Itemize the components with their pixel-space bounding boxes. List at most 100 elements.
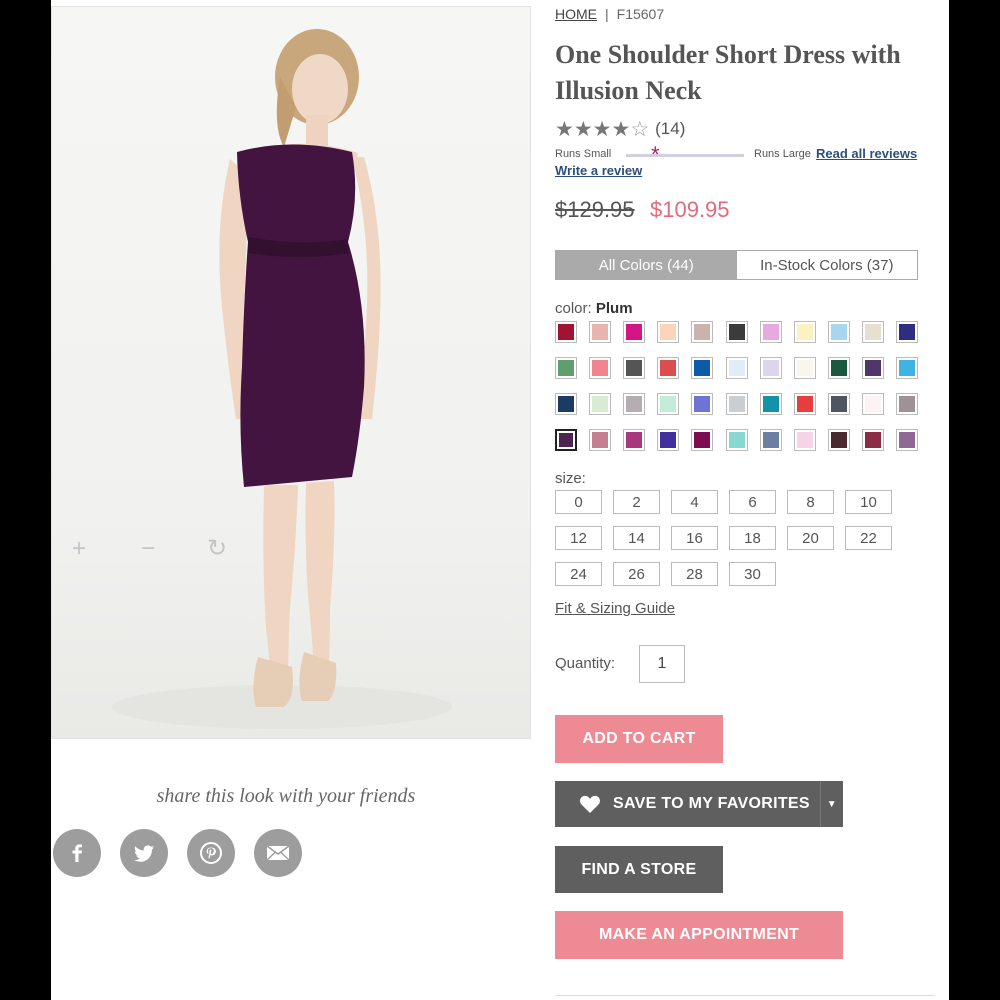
- save-to-favorites-button[interactable]: SAVE TO MY FAVORITES ▼: [555, 781, 843, 827]
- make-appointment-label: MAKE AN APPOINTMENT: [598, 926, 800, 943]
- size-option[interactable]: 12: [555, 526, 602, 550]
- color-label: color: Plum: [555, 300, 633, 317]
- favorites-dropdown-divider: [820, 781, 821, 827]
- find-a-store-button[interactable]: FIND A STORE: [555, 846, 723, 893]
- divider: [555, 995, 935, 996]
- size-option[interactable]: 14: [613, 526, 660, 550]
- color-swatch[interactable]: [623, 357, 645, 379]
- color-swatch[interactable]: [555, 429, 577, 451]
- color-swatch[interactable]: [726, 357, 748, 379]
- color-swatch[interactable]: [589, 429, 611, 451]
- fit-sizing-guide-link[interactable]: Fit & Sizing Guide: [555, 600, 675, 617]
- breadcrumb-separator: |: [605, 6, 609, 22]
- color-swatch[interactable]: [589, 321, 611, 343]
- color-swatch[interactable]: [794, 429, 816, 451]
- chevron-down-icon[interactable]: ▼: [827, 799, 837, 810]
- color-swatch[interactable]: [589, 357, 611, 379]
- color-swatch[interactable]: [862, 321, 884, 343]
- write-review-link[interactable]: Write a review: [555, 163, 642, 178]
- color-swatch[interactable]: [555, 393, 577, 415]
- color-swatch[interactable]: [794, 321, 816, 343]
- color-swatch[interactable]: [726, 321, 748, 343]
- color-swatch[interactable]: [657, 357, 679, 379]
- color-swatch[interactable]: [862, 429, 884, 451]
- color-swatch[interactable]: [794, 357, 816, 379]
- color-swatch[interactable]: [896, 393, 918, 415]
- tab-all-colors[interactable]: All Colors (44): [556, 251, 737, 279]
- find-a-store-label: FIND A STORE: [581, 860, 697, 878]
- size-option[interactable]: 0: [555, 490, 602, 514]
- zoom-in-icon[interactable]: +: [64, 537, 94, 561]
- color-swatch[interactable]: [589, 393, 611, 415]
- fit-runs-large-label: Runs Large: [754, 148, 811, 160]
- color-swatch[interactable]: [657, 321, 679, 343]
- color-swatch[interactable]: [828, 357, 850, 379]
- color-swatch[interactable]: [760, 321, 782, 343]
- heart-icon: [580, 795, 600, 813]
- make-appointment-button[interactable]: MAKE AN APPOINTMENT: [555, 911, 843, 959]
- product-image[interactable]: + − ↻: [51, 6, 531, 739]
- pinterest-icon[interactable]: [187, 829, 235, 877]
- color-swatch[interactable]: [760, 393, 782, 415]
- size-option[interactable]: 10: [845, 490, 892, 514]
- size-option[interactable]: 4: [671, 490, 718, 514]
- size-option[interactable]: 16: [671, 526, 718, 550]
- color-swatch[interactable]: [760, 429, 782, 451]
- size-option[interactable]: 6: [729, 490, 776, 514]
- sale-price: $109.95: [650, 197, 730, 222]
- color-swatch[interactable]: [896, 321, 918, 343]
- color-swatch[interactable]: [760, 357, 782, 379]
- color-swatch[interactable]: [623, 393, 645, 415]
- share-title: share this look with your friends: [156, 785, 416, 807]
- size-option[interactable]: 24: [555, 562, 602, 586]
- zoom-out-icon[interactable]: −: [133, 537, 163, 561]
- color-swatch[interactable]: [623, 321, 645, 343]
- product-title: One Shoulder Short Dress with Illusion N…: [555, 40, 901, 105]
- color-swatch[interactable]: [828, 429, 850, 451]
- read-all-reviews-link[interactable]: Read all reviews: [816, 146, 917, 161]
- size-option[interactable]: 30: [729, 562, 776, 586]
- color-swatch[interactable]: [691, 357, 713, 379]
- twitter-icon[interactable]: [120, 829, 168, 877]
- size-option[interactable]: 2: [613, 490, 660, 514]
- color-swatch[interactable]: [555, 321, 577, 343]
- email-icon[interactable]: [254, 829, 302, 877]
- breadcrumb-home-link[interactable]: HOME: [555, 6, 597, 22]
- tab-in-stock-colors[interactable]: In-Stock Colors (37): [737, 251, 918, 279]
- color-swatch[interactable]: [862, 357, 884, 379]
- size-option[interactable]: 8: [787, 490, 834, 514]
- color-swatch[interactable]: [896, 357, 918, 379]
- color-swatch[interactable]: [691, 429, 713, 451]
- size-option[interactable]: 26: [613, 562, 660, 586]
- color-label-prefix: color:: [555, 300, 592, 317]
- color-swatch[interactable]: [555, 357, 577, 379]
- review-count: (14): [655, 119, 686, 138]
- color-swatch[interactable]: [794, 393, 816, 415]
- color-swatch[interactable]: [691, 321, 713, 343]
- size-option[interactable]: 18: [729, 526, 776, 550]
- rating-stars[interactable]: ★★★★☆ (14): [555, 117, 685, 142]
- color-swatch[interactable]: [657, 429, 679, 451]
- selected-color-name: Plum: [595, 300, 633, 317]
- color-swatch[interactable]: [691, 393, 713, 415]
- filled-stars-icon: ★★★★: [555, 118, 631, 141]
- color-swatch[interactable]: [828, 393, 850, 415]
- size-option[interactable]: 20: [787, 526, 834, 550]
- size-option[interactable]: 28: [671, 562, 718, 586]
- save-to-favorites-label: SAVE TO MY FAVORITES: [613, 795, 810, 812]
- color-swatch[interactable]: [623, 429, 645, 451]
- original-price: $129.95: [555, 197, 635, 222]
- color-swatch[interactable]: [726, 429, 748, 451]
- facebook-icon[interactable]: [53, 829, 101, 877]
- color-filter-tabs: All Colors (44) In-Stock Colors (37): [555, 250, 918, 280]
- rotate-icon[interactable]: ↻: [202, 537, 232, 561]
- color-swatch[interactable]: [862, 393, 884, 415]
- color-swatch[interactable]: [657, 393, 679, 415]
- quantity-input[interactable]: [639, 645, 685, 683]
- size-option[interactable]: 22: [845, 526, 892, 550]
- add-to-cart-button[interactable]: ADD TO CART: [555, 715, 723, 763]
- color-swatch[interactable]: [896, 429, 918, 451]
- color-swatch[interactable]: [726, 393, 748, 415]
- color-swatch[interactable]: [828, 321, 850, 343]
- fit-runs-small-label: Runs Small: [555, 148, 612, 160]
